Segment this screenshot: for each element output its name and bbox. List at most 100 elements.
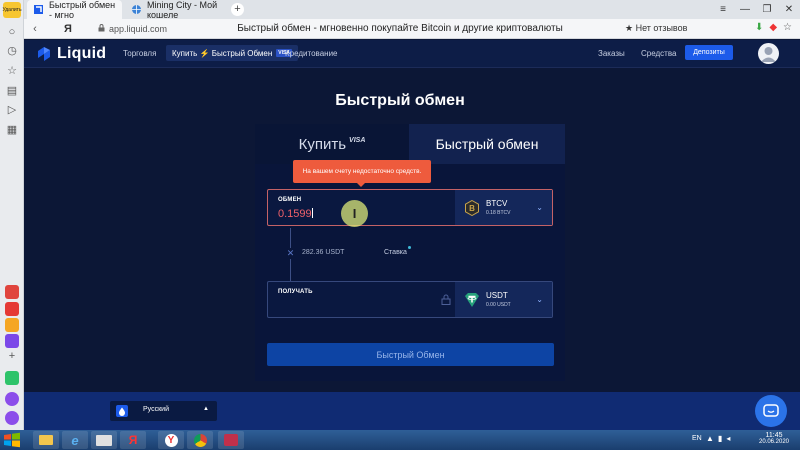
close-window-icon[interactable]: ✕	[778, 4, 800, 15]
tab-title: Быстрый обмен - мгно	[49, 0, 116, 20]
avatar[interactable]	[758, 43, 779, 64]
error-tooltip: На вашем счету недостаточно средств.	[293, 160, 431, 187]
network-icon[interactable]: ▮	[718, 434, 722, 443]
nav-funds[interactable]: Средства	[641, 49, 676, 58]
history-icon[interactable]: ◷	[6, 44, 18, 57]
media-player-taskbar-icon[interactable]	[91, 431, 117, 449]
yandex-logo-icon[interactable]: Я	[60, 23, 76, 35]
caret-up-icon: ▲	[203, 406, 209, 412]
window-controls: ≡ — ❐ ✕	[712, 0, 800, 19]
recorder-taskbar-icon[interactable]	[218, 431, 244, 449]
clock-time: 11:45	[765, 432, 783, 439]
alice-icon[interactable]: ○	[6, 26, 18, 38]
site-footer: Русский ▲	[24, 392, 800, 430]
liquid-favicon-icon	[33, 4, 44, 15]
shield-icon[interactable]: ◆	[769, 22, 777, 33]
url-field[interactable]: app.liquid.com	[109, 24, 167, 34]
chat-icon	[763, 404, 779, 417]
yandex-browser-taskbar-icon[interactable]: Y	[158, 431, 184, 449]
deposit-button[interactable]: Депозиты	[685, 45, 733, 60]
system-clock[interactable]: 11:45 20.06.2020	[752, 432, 796, 445]
favorites-icon[interactable]: ☆	[6, 64, 18, 77]
browser-tab-active[interactable]: Быстрый обмен - мгно	[27, 0, 122, 20]
bookmark-icon[interactable]: ☆	[783, 22, 792, 33]
youtube-app-icon[interactable]	[5, 302, 19, 316]
nav-buy-label: Купить ⚡ Быстрый Обмен	[172, 48, 273, 58]
lock-icon	[98, 24, 105, 32]
usdt-coin-icon	[465, 293, 479, 307]
new-tab-button[interactable]: +	[231, 3, 244, 16]
exchange-label: ОБМЕН	[278, 197, 302, 203]
yandex-taskbar-icon[interactable]: Я	[120, 431, 146, 449]
taskbar: e Я Y EN ▲ ▮ ◂ 11:45 20.06.2020	[0, 430, 800, 450]
address-bar: ‹ Я app.liquid.com Быстрый обмен - мгнов…	[0, 19, 800, 39]
visa-logo: VISA	[349, 136, 366, 144]
receive-label: ПОЛУЧАТЬ	[278, 289, 313, 295]
to-currency-select[interactable]: USDT 0.00 USDT ⌄	[455, 282, 552, 317]
mouse-cursor-highlight: I	[341, 200, 368, 227]
user-icon	[761, 47, 776, 62]
volume-icon[interactable]: ◂	[726, 434, 730, 443]
tab-quick-exchange[interactable]: Быстрый обмен	[409, 124, 565, 164]
quick-exchange-submit-button[interactable]: Быстрый Обмен	[267, 343, 554, 366]
windows-start-icon[interactable]	[3, 432, 21, 448]
chevron-down-icon: ⌄	[536, 203, 543, 212]
rate-value: 282.36 USDT	[302, 249, 345, 256]
site-header: Liquid Торговля Купить ⚡ Быстрый Обмен V…	[24, 40, 800, 68]
globe-icon	[131, 4, 142, 15]
tab-buy[interactable]: Купить VISA	[255, 124, 409, 164]
download-icon[interactable]: ⬇	[755, 22, 763, 33]
btcv-coin-icon: B	[465, 200, 479, 216]
exchange-amount-input[interactable]: 0.1599	[278, 208, 313, 220]
restore-icon[interactable]: ❐	[756, 4, 778, 15]
internet-explorer-taskbar-icon[interactable]: e	[62, 431, 88, 449]
from-currency-symbol: BTCV	[486, 199, 508, 208]
tab-title: Mining City - Мой кошеле	[147, 0, 218, 20]
tray-arrow-icon[interactable]: ▲	[706, 434, 714, 443]
rate-label: Ставка	[384, 249, 407, 256]
minimize-icon[interactable]: —	[734, 4, 756, 15]
reviews-link[interactable]: ★ Нет отзывов	[625, 23, 687, 34]
info-dot-icon[interactable]	[408, 246, 411, 249]
chat-support-button[interactable]	[755, 395, 787, 427]
back-arrow-icon[interactable]: ‹	[27, 23, 43, 35]
page-heading: Быстрый обмен	[335, 92, 465, 109]
mail-envelope-icon[interactable]	[5, 318, 19, 332]
receive-field[interactable]: ПОЛУЧАТЬ USDT 0.00 USDT ⌄	[267, 281, 553, 318]
clock-date: 20.06.2020	[758, 439, 790, 445]
messenger-app-icon[interactable]	[5, 334, 19, 348]
logo-text: Liquid	[57, 45, 107, 62]
to-currency-symbol: USDT	[486, 291, 508, 300]
nav-credit[interactable]: Кредитование	[285, 49, 338, 58]
menu-icon[interactable]: ≡	[712, 4, 734, 15]
chrome-taskbar-icon[interactable]	[187, 431, 213, 449]
voice-assistant-icon[interactable]	[5, 411, 19, 425]
browser-tab-bar: Быстрый обмен - мгно Mining City - Мой к…	[0, 0, 800, 20]
browser-sidebar: Удалить ○ ◷ ☆ ▤ ▷ ▦ +	[0, 0, 24, 430]
droplet-icon	[116, 405, 128, 417]
mail-app-icon[interactable]	[5, 285, 19, 299]
notes-icon[interactable]: ▦	[6, 123, 18, 136]
explorer-taskbar-icon[interactable]	[33, 431, 59, 449]
play-store-icon[interactable]	[5, 371, 19, 385]
add-app-icon[interactable]: +	[6, 350, 18, 362]
nav-trade[interactable]: Торговля	[123, 49, 156, 58]
svg-text:B: B	[469, 204, 475, 213]
input-language-indicator[interactable]: EN	[692, 435, 702, 442]
liquid-logo[interactable]: Liquid	[36, 45, 106, 63]
browser-tab[interactable]: Mining City - Мой кошеле	[125, 0, 225, 20]
alice-assistant-icon[interactable]	[5, 392, 19, 406]
to-balance: 0.00 USDT	[486, 302, 511, 308]
language-select[interactable]: Русский ▲	[110, 401, 217, 421]
close-icon: ✕	[285, 248, 296, 259]
language-label: Русский	[143, 406, 169, 413]
liquid-logo-icon	[38, 47, 50, 61]
from-balance: 0.18 BTCV	[486, 210, 511, 216]
sidebar-badge[interactable]: Удалить	[2, 2, 22, 18]
exchange-from-field[interactable]: ОБМЕН 0.1599 B BTCV 0.18 BTCV ⌄	[267, 189, 553, 226]
nav-orders[interactable]: Заказы	[598, 49, 625, 58]
from-currency-select[interactable]: B BTCV 0.18 BTCV ⌄	[455, 190, 552, 225]
nav-buy-quick-exchange[interactable]: Купить ⚡ Быстрый Обмен VISA	[166, 45, 298, 61]
lock-icon	[441, 294, 451, 305]
chevron-down-icon: ⌄	[536, 295, 543, 304]
